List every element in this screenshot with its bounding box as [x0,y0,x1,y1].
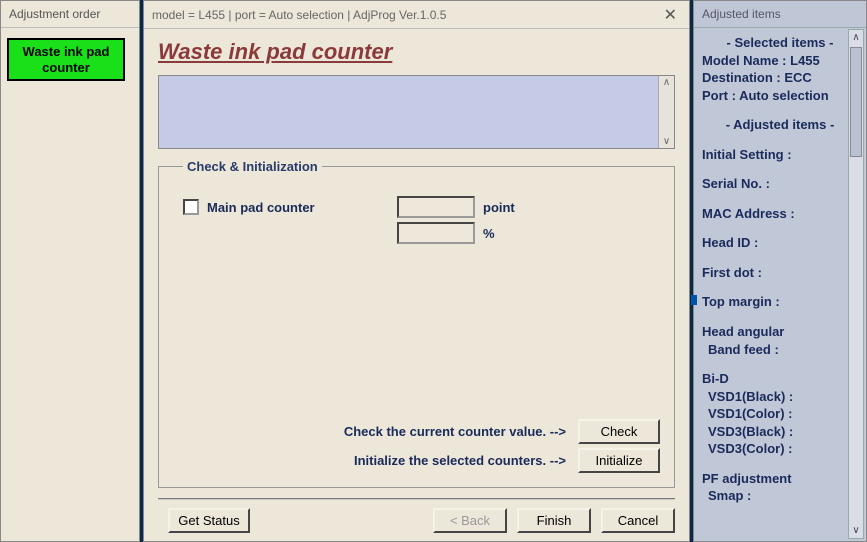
point-unit-label: point [483,200,533,215]
serial-no-line: Serial No. : [702,175,858,193]
band-feed-line: Band feed : [702,341,858,359]
check-button[interactable]: Check [578,419,660,444]
scroll-down-icon[interactable]: ∨ [852,523,859,538]
vsd1-black-line: VSD1(Black) : [702,388,858,406]
head-id-line: Head ID : [702,234,858,252]
page-title: Waste ink pad counter [158,39,675,65]
back-button[interactable]: < Back [433,508,507,533]
model-name-line: Model Name : L455 [702,52,858,70]
selected-items-heading: - Selected items - [702,34,858,52]
vsd3-black-line: VSD3(Black) : [702,423,858,441]
top-margin-line: Top margin : [702,293,858,311]
main-pad-percent-row: % [397,222,660,244]
scroll-thumb[interactable] [850,47,862,157]
get-status-button[interactable]: Get Status [168,508,250,533]
pf-adjustment-line: PF adjustment [702,470,858,488]
close-icon[interactable]: ✕ [660,5,681,25]
main-pad-row: Main pad counter point [183,196,660,218]
first-dot-line: First dot : [702,264,858,282]
initialize-hint-text: Initialize the selected counters. --> [354,453,566,468]
adjusted-items-body: - Selected items - Model Name : L455 Des… [694,28,866,541]
main-pad-percent-field[interactable] [397,222,475,244]
cancel-button[interactable]: Cancel [601,508,675,533]
main-pad-checkbox[interactable] [183,199,199,215]
dialog-title-text: model = L455 | port = Auto selection | A… [152,8,446,22]
scroll-up-icon[interactable]: ∧ [663,76,670,89]
adjustment-order-header: Adjustment order [1,1,139,28]
scroll-up-icon[interactable]: ∧ [852,30,859,45]
adjusted-items-scrollbar[interactable]: ∧ ∨ [848,29,864,539]
port-line: Port : Auto selection [702,87,858,105]
adjusted-items-heading: - Adjusted items - [702,116,858,134]
smap-line: Smap : [702,487,858,505]
head-angular-line: Head angular [702,323,858,341]
check-initialization-legend: Check & Initialization [183,159,322,174]
finish-button[interactable]: Finish [517,508,591,533]
check-initialization-group: Check & Initialization Main pad counter … [158,159,675,488]
waste-ink-pad-counter-button[interactable]: Waste ink pad counter [7,38,125,81]
check-hint-text: Check the current counter value. --> [344,424,566,439]
log-scrollbar[interactable]: ∧ ∨ [658,76,674,148]
vsd1-color-line: VSD1(Color) : [702,405,858,423]
bi-d-line: Bi-D [702,370,858,388]
adjustment-order-panel: Adjustment order Waste ink pad counter [0,0,140,542]
dialog-button-bar: Get Status < Back Finish Cancel [158,498,675,533]
destination-line: Destination : ECC [702,69,858,87]
adjusted-items-header: Adjusted items [694,1,866,28]
percent-unit-label: % [483,226,533,241]
log-textarea[interactable]: ∧ ∨ [158,75,675,149]
main-dialog: model = L455 | port = Auto selection | A… [143,0,690,542]
main-pad-point-field[interactable] [397,196,475,218]
initial-setting-line: Initial Setting : [702,146,858,164]
main-pad-label: Main pad counter [207,200,397,215]
vsd3-color-line: VSD3(Color) : [702,440,858,458]
adjusted-items-panel: Adjusted items - Selected items - Model … [693,0,867,542]
scroll-down-icon[interactable]: ∨ [663,135,670,148]
dialog-titlebar: model = L455 | port = Auto selection | A… [144,1,689,29]
initialize-button[interactable]: Initialize [578,448,660,473]
mac-address-line: MAC Address : [702,205,858,223]
